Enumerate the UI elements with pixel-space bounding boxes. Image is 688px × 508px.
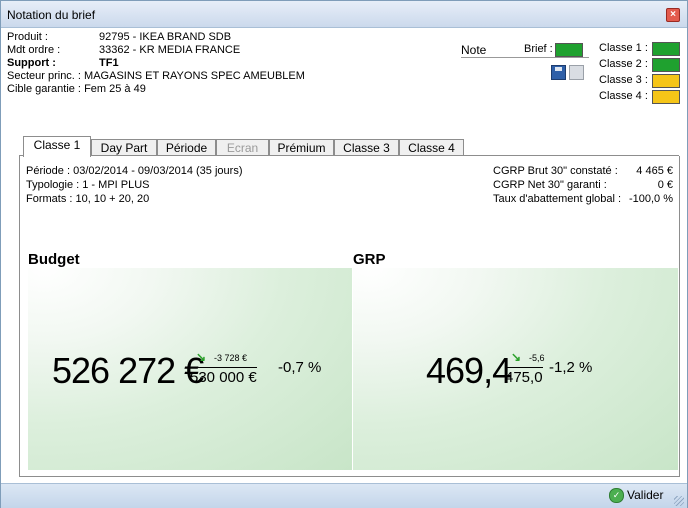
class-color-swatch	[652, 74, 680, 88]
window-title: Notation du brief	[7, 8, 96, 22]
brief-info: Produit : 92795 - IKEA BRAND SDB Mdt ordr…	[7, 31, 305, 96]
cible-label: Cible garantie :	[7, 83, 81, 95]
tab-classe-4[interactable]: Classe 4	[399, 139, 464, 156]
produit-value: 92795 - IKEA BRAND SDB	[99, 31, 232, 43]
trend-down-icon: ↘	[511, 350, 522, 364]
secteur-value: MAGASINS ET RAYONS SPEC AMEUBLEM	[84, 70, 305, 82]
typologie-text: Typologie : 1 - MPI PLUS	[26, 179, 150, 191]
tab-premium[interactable]: Prémium	[269, 139, 334, 156]
grp-target: 475,0	[505, 367, 543, 386]
title-bar: Notation du brief ×	[1, 1, 687, 28]
class-legend: Classe 1 : Classe 2 : Classe 3 : Classe …	[599, 42, 680, 106]
brief-indicator: Brief :	[524, 43, 583, 57]
note-actions	[551, 65, 587, 80]
class-row-4: Classe 4 :	[599, 90, 680, 104]
budget-target: 530 000 €	[190, 367, 257, 386]
save-icon[interactable]	[551, 65, 566, 80]
budget-title: Budget	[28, 251, 80, 268]
secteur-label: Secteur princ. :	[7, 70, 81, 82]
valider-label: Valider	[627, 488, 664, 502]
budget-percent: -0,7 %	[278, 359, 322, 376]
valider-button[interactable]: ✓ Valider	[609, 488, 664, 504]
grp-delta: -5,6	[529, 353, 545, 363]
tab-panel: Période : 03/02/2014 - 09/03/2014 (35 jo…	[19, 156, 680, 477]
class-color-swatch	[652, 58, 680, 72]
panel-info: Période : 03/02/2014 - 09/03/2014 (35 jo…	[26, 165, 242, 207]
tab-classe-3[interactable]: Classe 3	[334, 139, 399, 156]
grp-percent: -1,2 %	[549, 359, 593, 376]
resize-grip-icon[interactable]	[674, 496, 684, 506]
panel-stats: CGRP Brut 30" constaté : 4 465 € CGRP Net…	[493, 165, 673, 207]
tab-classe-1[interactable]: Classe 1	[23, 136, 91, 157]
mdt-label: Mdt ordre :	[7, 44, 61, 56]
cible-value: Fem 25 à 49	[84, 83, 146, 95]
close-icon[interactable]: ×	[666, 8, 680, 22]
stat-value: -100,0 %	[628, 193, 673, 205]
tab-day-part[interactable]: Day Part	[91, 139, 157, 156]
periode-text: Période : 03/02/2014 - 09/03/2014 (35 jo…	[26, 165, 243, 177]
class-row-2: Classe 2 :	[599, 58, 680, 72]
budget-delta: -3 728 €	[214, 353, 248, 363]
grp-value: 469,4	[426, 350, 512, 391]
brief-label: Brief :	[524, 43, 553, 55]
class-label: Classe 2 :	[599, 58, 648, 70]
copy-icon[interactable]	[569, 65, 584, 80]
stat-label: Taux d'abattement global :	[493, 193, 622, 205]
grp-card: 469,4 ↘ -5,6 475,0 -1,2 %	[353, 268, 678, 470]
note-label: Note	[461, 43, 487, 57]
brief-color-swatch	[555, 43, 583, 57]
stat-label: CGRP Net 30" garanti :	[493, 179, 607, 191]
budget-card: 526 272 € ↘ -3 728 € 530 000 € -0,7 %	[28, 268, 352, 470]
class-label: Classe 4 :	[599, 90, 648, 102]
status-bar: ✓ Valider	[1, 483, 687, 508]
note-divider	[461, 57, 589, 58]
class-label: Classe 3 :	[599, 74, 648, 86]
produit-label: Produit :	[7, 31, 48, 43]
formats-text: Formats : 10, 10 + 20, 20	[26, 193, 150, 205]
class-color-swatch	[652, 90, 680, 104]
class-row-3: Classe 3 :	[599, 74, 680, 88]
class-color-swatch	[652, 42, 680, 56]
stat-value: 4 465 €	[636, 165, 673, 177]
support-value: TF1	[99, 57, 119, 69]
budget-value: 526 272 €	[52, 350, 204, 391]
notation-window: Notation du brief × Produit : 92795 - IKE…	[0, 0, 688, 508]
grp-title: GRP	[353, 251, 386, 268]
stat-row: Taux d'abattement global : -100,0 %	[493, 193, 673, 206]
class-label: Classe 1 :	[599, 42, 648, 54]
support-label: Support :	[7, 57, 56, 69]
stat-row: CGRP Brut 30" constaté : 4 465 €	[493, 165, 673, 178]
check-icon: ✓	[609, 488, 624, 504]
tab-ecran: Ecran	[216, 139, 269, 156]
stat-value: 0 €	[657, 179, 673, 191]
tab-periode[interactable]: Période	[157, 139, 216, 156]
trend-down-icon: ↘	[196, 350, 207, 364]
stat-label: CGRP Brut 30" constaté :	[493, 165, 618, 177]
class-row-1: Classe 1 :	[599, 42, 680, 56]
stat-row: CGRP Net 30" garanti : 0 €	[493, 179, 673, 192]
mdt-value: 33362 - KR MEDIA FRANCE	[99, 44, 241, 56]
